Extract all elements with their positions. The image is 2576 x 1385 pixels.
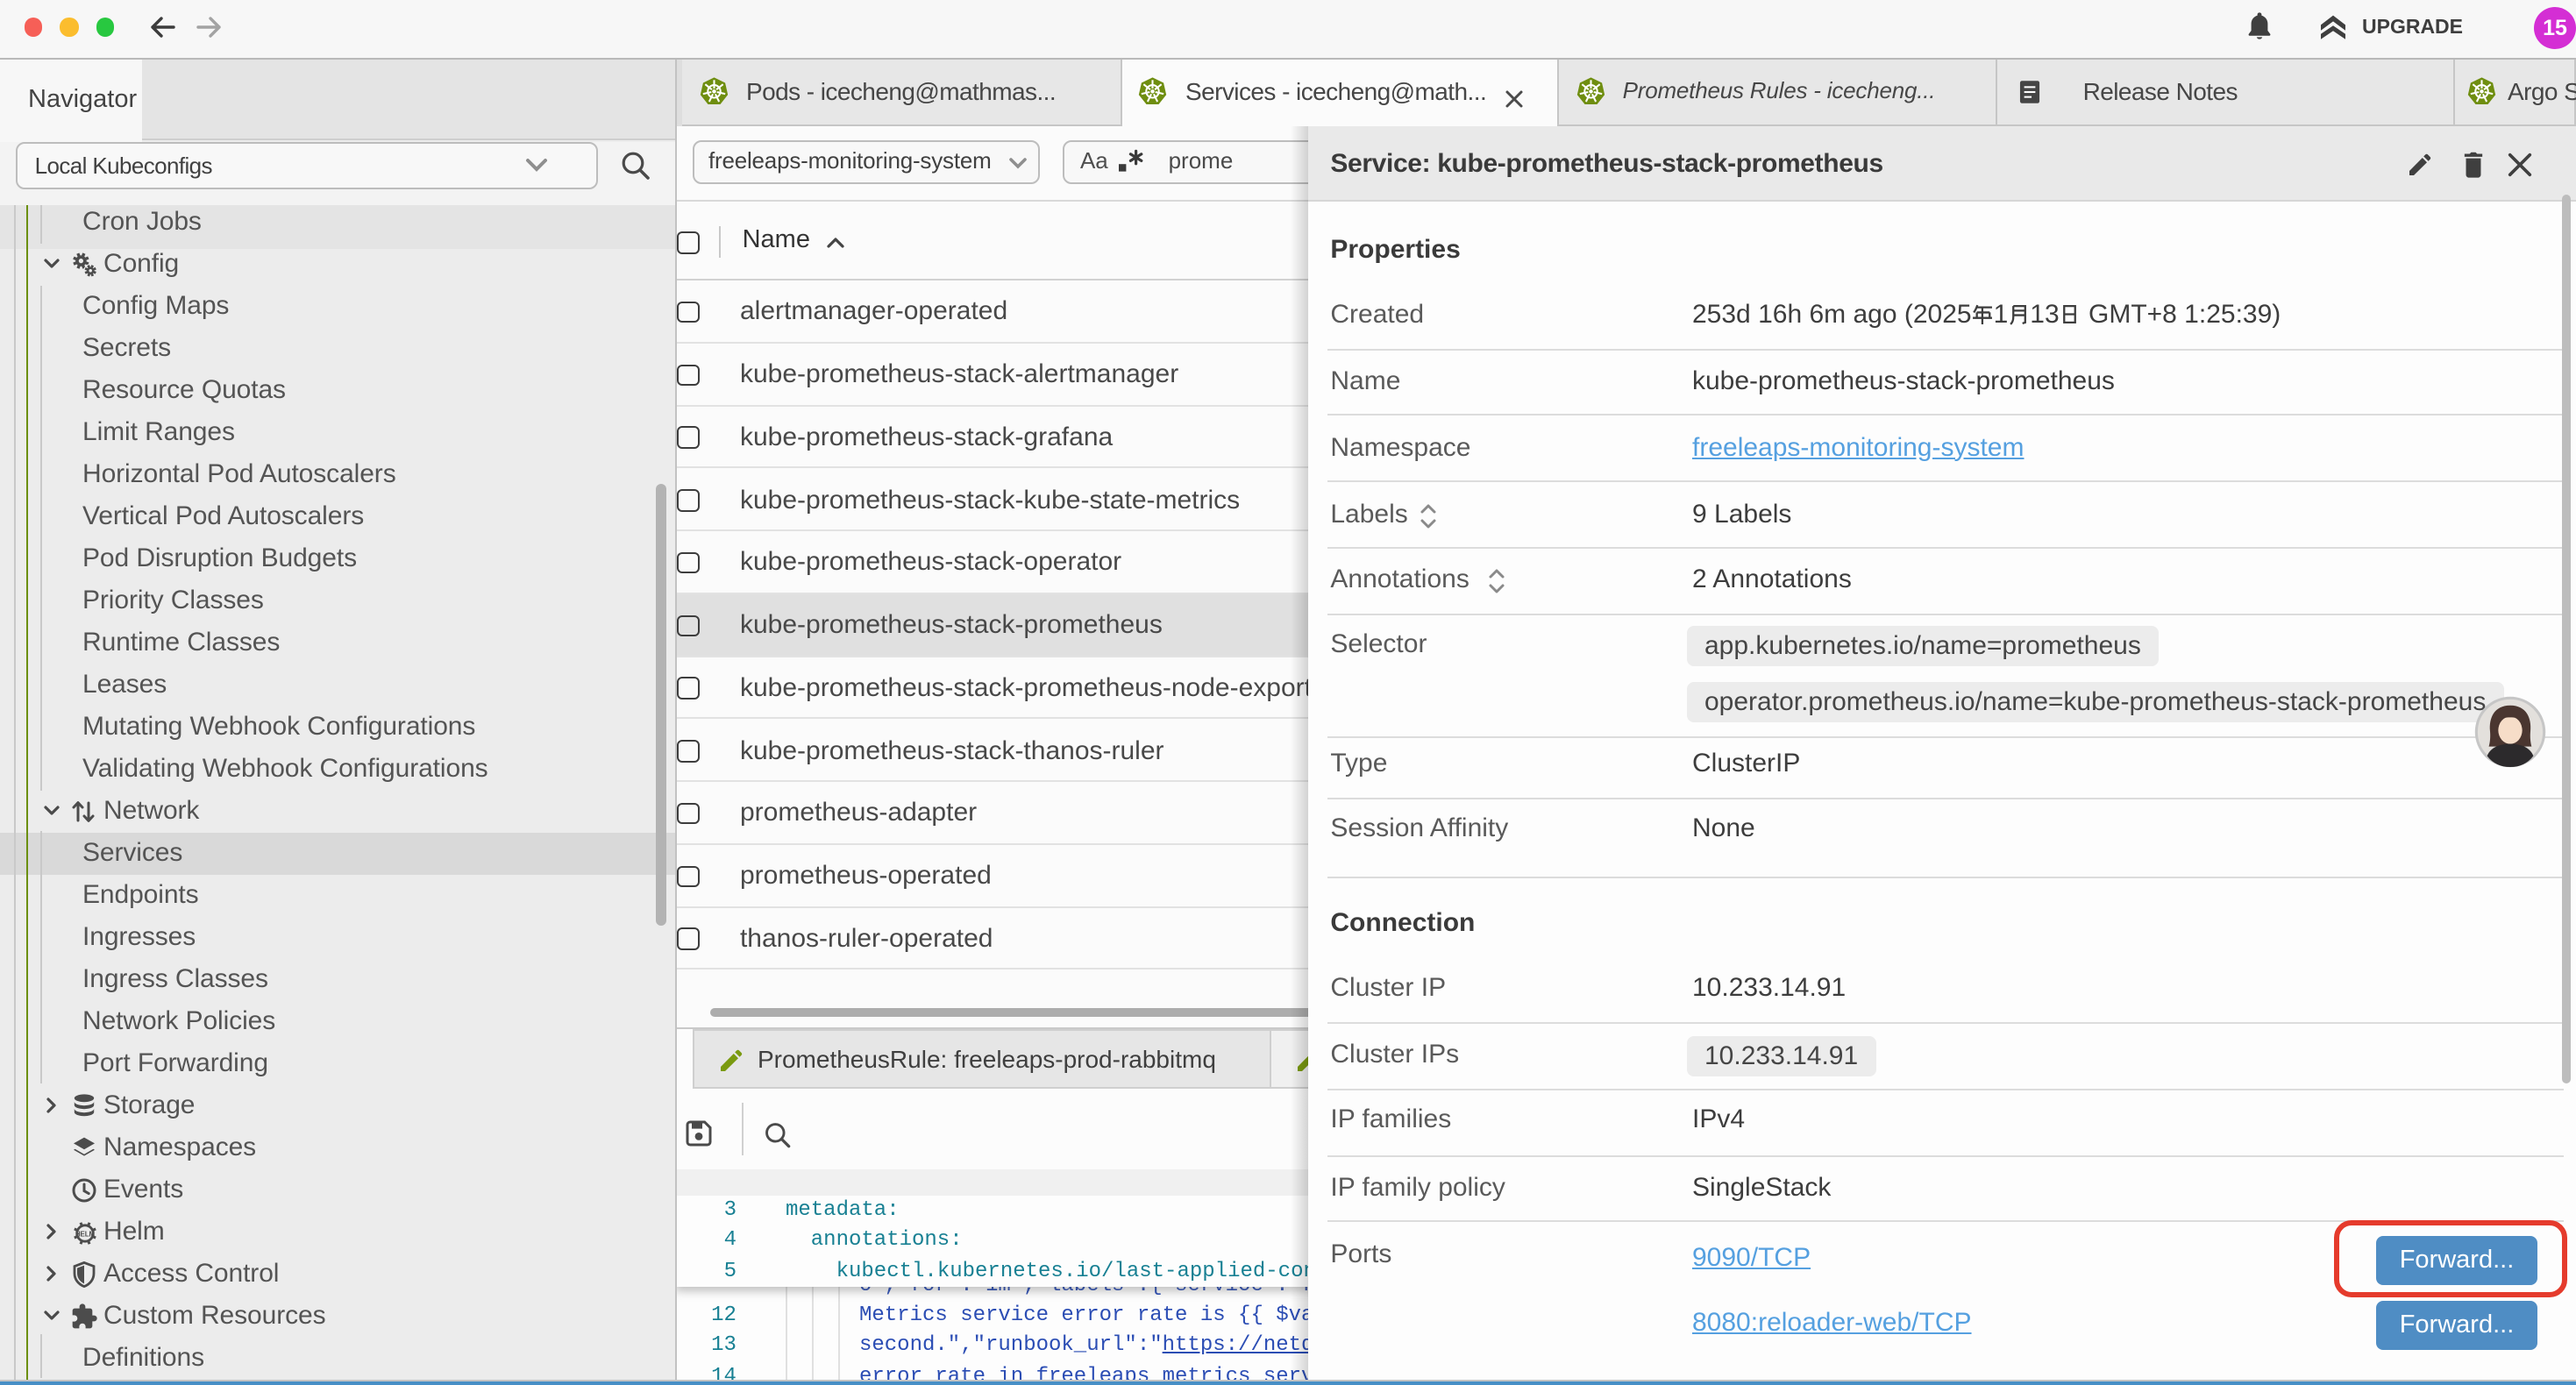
svg-text:HELM: HELM: [75, 1230, 96, 1238]
